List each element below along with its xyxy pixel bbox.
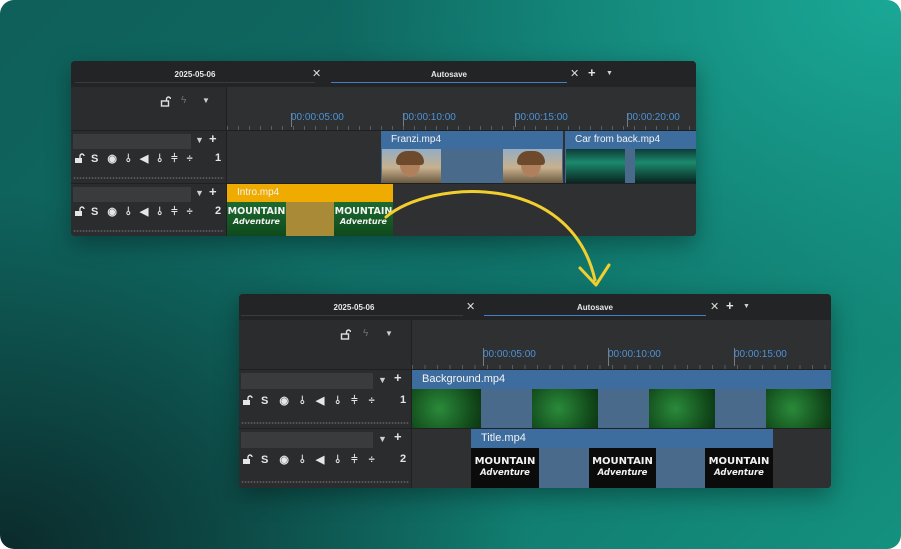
transition-arrow <box>384 190 611 287</box>
